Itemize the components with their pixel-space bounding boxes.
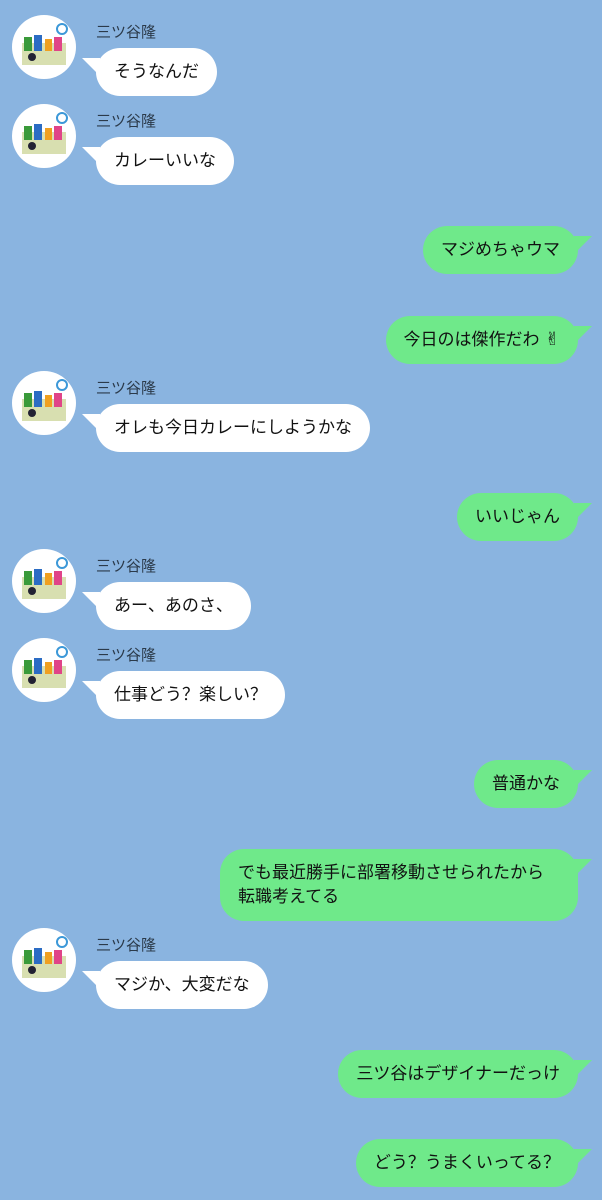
bubble-tail	[574, 503, 592, 521]
sender-name: 三ツ谷隆	[96, 112, 157, 130]
sewing-kit-icon	[22, 646, 68, 688]
avatar[interactable]	[12, 549, 76, 613]
bubble-tail	[574, 326, 592, 344]
message-bubble-outgoing[interactable]: 三ツ谷はデザイナーだっけ	[338, 1050, 578, 1098]
avatar[interactable]	[12, 104, 76, 168]
message-bubble-incoming[interactable]: オレも今日カレーにしようかな	[96, 404, 370, 452]
sender-name: 三ツ谷隆	[96, 646, 157, 664]
sewing-kit-icon	[22, 23, 68, 65]
bubble-tail	[574, 770, 592, 788]
sender-name: 三ツ谷隆	[96, 936, 157, 954]
message-bubble-incoming[interactable]: そうなんだ	[96, 48, 217, 96]
sewing-kit-icon	[22, 557, 68, 599]
avatar[interactable]	[12, 15, 76, 79]
sender-name: 三ツ谷隆	[96, 379, 157, 397]
sender-name: 三ツ谷隆	[96, 23, 157, 41]
bubble-tail	[574, 859, 592, 877]
message-bubble-outgoing[interactable]: マジめちゃウマ	[423, 226, 578, 274]
message-bubble-outgoing[interactable]: 普通かな	[474, 760, 578, 808]
message-bubble-incoming[interactable]: マジか、大変だな	[96, 961, 268, 1009]
message-bubble-outgoing[interactable]: どう？うまくいってる？	[355, 1139, 578, 1187]
avatar[interactable]	[12, 928, 76, 992]
sewing-kit-icon	[22, 936, 68, 978]
message-bubble-incoming[interactable]: あー、あのさ、	[96, 582, 251, 630]
peace-sign-emoji: ✌	[544, 329, 560, 350]
sewing-kit-icon	[22, 379, 68, 421]
message-text: 今日のは傑作だわ	[403, 330, 540, 350]
avatar[interactable]	[12, 371, 76, 435]
sewing-kit-icon	[22, 112, 68, 154]
avatar[interactable]	[12, 638, 76, 702]
message-bubble-incoming[interactable]: 仕事どう？楽しい？	[96, 671, 285, 719]
message-bubble-outgoing[interactable]: 今日のは傑作だわ ✌	[385, 316, 578, 364]
message-bubble-outgoing[interactable]: いいじゃん	[457, 493, 578, 541]
sender-name: 三ツ谷隆	[96, 557, 157, 575]
message-bubble-incoming[interactable]: カレーいいな	[96, 137, 234, 185]
message-bubble-outgoing[interactable]: でも最近勝手に部署移動させられたから転職考えてる	[220, 849, 578, 921]
